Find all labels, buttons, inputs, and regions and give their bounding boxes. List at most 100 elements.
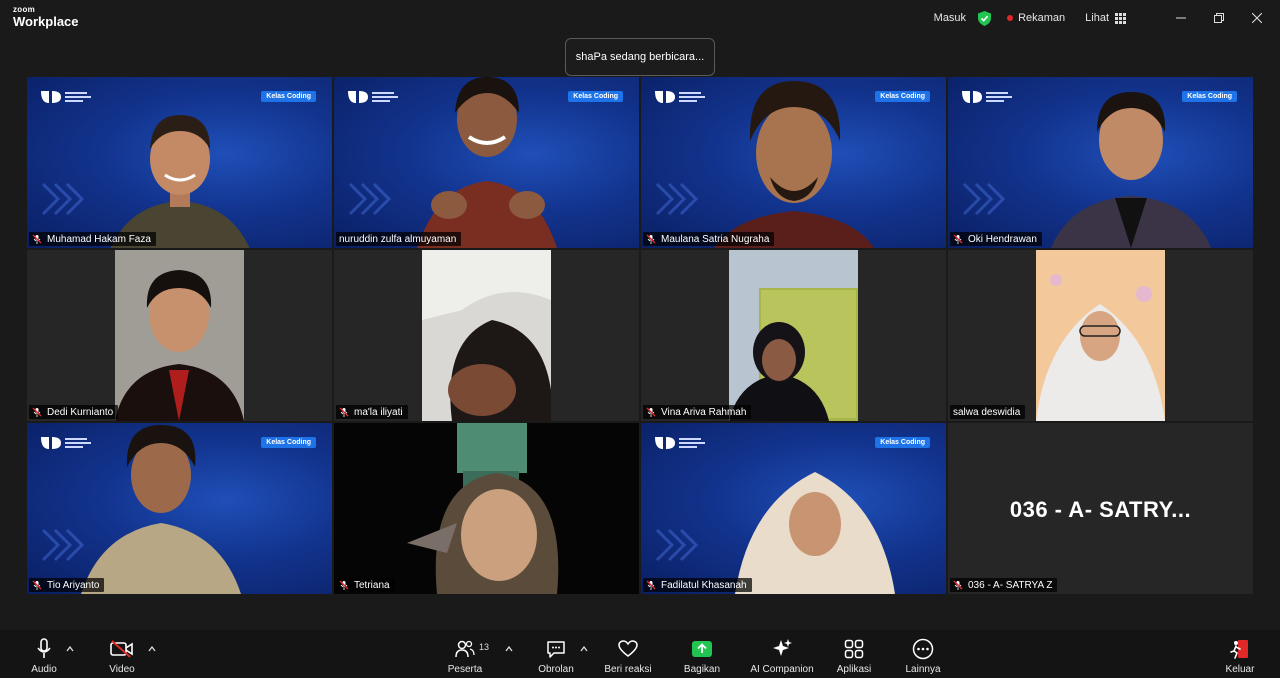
- video-button[interactable]: Video: [102, 630, 142, 678]
- participant-tile[interactable]: 036 - A- SATRY... 036 - A- SATRYA Z: [948, 423, 1253, 594]
- name-tag: Muhamad Hakam Faza: [29, 232, 156, 246]
- participant-name: Muhamad Hakam Faza: [47, 233, 151, 245]
- view-button[interactable]: Lihat: [1085, 12, 1109, 24]
- leave-button[interactable]: Keluar: [1220, 630, 1260, 678]
- chat-label: Obrolan: [538, 664, 574, 675]
- apps-button[interactable]: Aplikasi: [834, 630, 874, 678]
- participant-name: ma'la iliyati: [354, 406, 403, 418]
- share-label: Bagikan: [683, 664, 721, 675]
- ai-companion-button[interactable]: AI Companion: [746, 630, 818, 678]
- class-badge: Kelas Coding: [261, 91, 316, 102]
- logo-top: zoom: [13, 5, 36, 14]
- ai-companion-label: AI Companion: [750, 664, 814, 675]
- academy-logo-icon: [41, 91, 91, 103]
- participant-video-icon: [713, 81, 874, 248]
- participant-name: Fadilatul Khasanah: [661, 579, 747, 591]
- more-button[interactable]: Lainnya: [902, 630, 944, 678]
- audio-options-chevron-icon[interactable]: [66, 646, 74, 652]
- name-tag: Oki Hendrawan: [950, 232, 1042, 246]
- title-bar: zoom Workplace Masuk Rekaman Lihat: [0, 0, 1280, 36]
- participant-name: Oki Hendrawan: [968, 233, 1037, 245]
- share-screen-icon: [692, 641, 712, 657]
- participant-tile[interactable]: Kelas Coding nuruddin zulfa almuyaman: [334, 77, 639, 248]
- participant-name: salwa deswidia: [953, 406, 1021, 418]
- react-button[interactable]: Beri reaksi: [600, 630, 656, 678]
- minimize-button[interactable]: [1162, 0, 1200, 36]
- participant-tile[interactable]: Kelas Coding Maulana Satria Nugraha: [641, 77, 946, 248]
- participant-tile[interactable]: Kelas Coding Muhamad Hakam Faza: [27, 77, 332, 248]
- leave-icon: [1230, 640, 1248, 659]
- participant-video-icon: [734, 472, 895, 594]
- close-button[interactable]: [1238, 0, 1276, 36]
- participant-count: 13: [479, 642, 490, 652]
- name-tag: ma'la iliyati: [336, 405, 408, 419]
- participant-video-icon: [115, 250, 244, 421]
- chevron-pattern-icon: [41, 182, 85, 216]
- participant-video-icon: [406, 423, 558, 594]
- video-options-chevron-icon[interactable]: [148, 646, 156, 652]
- participant-tile[interactable]: Tetriana: [334, 423, 639, 594]
- participants-button[interactable]: Peserta: [444, 630, 486, 678]
- grid-view-icon[interactable]: [1115, 12, 1126, 24]
- name-tag: salwa deswidia: [950, 405, 1026, 419]
- mic-muted-icon: [339, 580, 349, 590]
- mic-muted-icon: [953, 580, 963, 590]
- participant-tile[interactable]: salwa deswidia: [948, 250, 1253, 421]
- name-tag: Vina Ariva Rahmah: [643, 405, 752, 419]
- participant-tile[interactable]: Dedi Kurnianto: [27, 250, 332, 421]
- chevron-pattern-icon: [655, 528, 699, 562]
- heart-icon: [618, 640, 638, 657]
- audio-button[interactable]: Audio: [24, 630, 64, 678]
- audio-label: Audio: [31, 664, 57, 675]
- mic-muted-icon: [32, 234, 42, 244]
- chat-button[interactable]: Obrolan: [536, 630, 576, 678]
- recording-indicator[interactable]: Rekaman: [1018, 12, 1065, 24]
- participants-label: Peserta: [447, 664, 483, 675]
- name-tag: Tio Ariyanto: [29, 578, 105, 592]
- mic-muted-icon: [32, 407, 42, 417]
- avatar-name: 036 - A- SATRY...: [1009, 497, 1192, 522]
- sparkle-icon: [773, 639, 792, 656]
- mic-muted-icon: [646, 234, 656, 244]
- more-dots-icon: [912, 638, 934, 660]
- academy-logo-icon: [655, 437, 705, 449]
- speaking-toast: shaPa sedang berbicara...: [565, 38, 715, 76]
- participant-video-icon: [109, 115, 250, 248]
- video-gallery: Kelas Coding Muhamad Hakam Faza Kelas Co…: [27, 77, 1254, 594]
- video-label: Video: [109, 664, 135, 675]
- security-shield-icon[interactable]: [978, 10, 992, 26]
- participants-options-chevron-icon[interactable]: [505, 646, 513, 652]
- participant-tile[interactable]: Kelas Coding Tio Ariyanto: [27, 423, 332, 594]
- participant-tile[interactable]: Vina Ariva Rahmah: [641, 250, 946, 421]
- name-tag: Tetriana: [336, 578, 395, 592]
- restore-button[interactable]: [1200, 0, 1238, 36]
- logo-bottom: Workplace: [13, 14, 79, 29]
- academy-logo-icon: [962, 91, 1012, 103]
- class-badge: Kelas Coding: [875, 437, 930, 448]
- chat-bubble-icon: [547, 641, 565, 658]
- participant-video-icon: [81, 425, 242, 594]
- mic-muted-icon: [953, 234, 963, 244]
- meeting-toolbar: Audio Video Peserta 13 Obrolan Beri reak…: [0, 630, 1280, 678]
- close-icon: [1252, 13, 1262, 23]
- participant-name: Vina Ariva Rahmah: [661, 406, 747, 418]
- name-tag: nuruddin zulfa almuyaman: [336, 232, 462, 246]
- name-tag: Maulana Satria Nugraha: [643, 232, 775, 246]
- participant-name: nuruddin zulfa almuyaman: [339, 233, 457, 245]
- participant-name: Tetriana: [354, 579, 390, 591]
- video-off-icon: [110, 640, 133, 658]
- camera-feed: [729, 250, 858, 421]
- participant-tile[interactable]: ma'la iliyati: [334, 250, 639, 421]
- chat-options-chevron-icon[interactable]: [580, 646, 588, 652]
- sign-in-link[interactable]: Masuk: [934, 12, 966, 24]
- participant-name: Tio Ariyanto: [47, 579, 100, 591]
- participant-tile[interactable]: Kelas Coding Fadilatul Khasanah: [641, 423, 946, 594]
- participant-tile[interactable]: Kelas Coding Oki Hendrawan: [948, 77, 1253, 248]
- apps-label: Aplikasi: [836, 664, 872, 675]
- mic-muted-icon: [32, 580, 42, 590]
- participant-video-icon: [416, 77, 557, 248]
- class-badge: Kelas Coding: [261, 437, 316, 448]
- share-button[interactable]: Bagikan: [680, 630, 724, 678]
- mic-muted-icon: [646, 407, 656, 417]
- participant-name: Maulana Satria Nugraha: [661, 233, 770, 245]
